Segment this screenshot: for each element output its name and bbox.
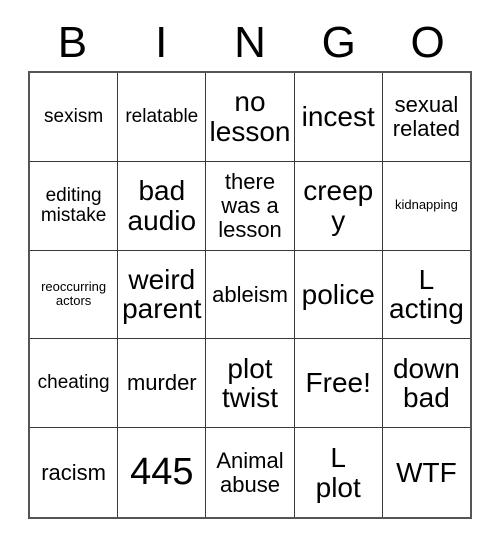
bingo-row: editing mistake bad audio there was a less… [30,161,471,251]
bingo-cell-label: down bad [392,352,460,414]
bingo-cell-label: racism [41,459,106,485]
bingo-grid: sexism relatable no lesson incest sexual rel… [28,71,472,519]
bingo-cell-label: sexism [44,105,104,127]
bingo-cell[interactable]: 445 [118,428,207,517]
bingo-cell[interactable]: police [294,250,383,340]
bingo-cell[interactable]: relatable [118,73,207,162]
bingo-cell-label: Free! [305,367,371,399]
bingo-row: reoccurring actors weird parent ableism pol… [30,250,471,340]
bingo-cell[interactable]: Animal abuse [206,428,295,517]
bingo-cell-label: ableism [212,281,288,307]
bingo-cell[interactable]: plot twist [206,339,295,429]
bingo-cell[interactable]: reoccurring actors [30,250,119,340]
bingo-cell-label: editing mistake [40,184,107,226]
bingo-cell[interactable]: editing mistake [30,161,119,251]
bingo-cell[interactable]: WTF [383,428,470,517]
bingo-row: cheating murder plot twist Free! down bad [30,339,471,429]
bingo-cell[interactable]: sexism [30,73,119,162]
bingo-cell[interactable]: sexual related [382,73,471,162]
bingo-cell[interactable]: cheating [30,339,119,429]
bingo-cell[interactable]: no lesson [206,73,295,162]
bingo-cell[interactable]: kidnapping [382,162,471,251]
bingo-cell-label: reoccurring actors [41,278,107,309]
bingo-cell-label: murder [126,370,197,396]
bingo-cell[interactable]: down bad [382,339,471,429]
bingo-cell[interactable]: there was a lesson [206,161,295,251]
bingo-header-letter-b: B [57,17,88,67]
bingo-cell-label: relatable [125,105,199,127]
bingo-cell-label: WTF [396,456,457,488]
bingo-cell-label: Animal abuse [216,447,284,497]
bingo-cell[interactable]: Free! [294,339,383,429]
bingo-cell-label: sexual related [392,92,461,141]
bingo-cell-label: cheating [37,372,110,394]
bingo-header-letter-n: N [234,17,266,67]
bingo-cell-label: incest [301,101,375,133]
bingo-card: B I N G O sexism relatable no lesson incest sexu… [28,14,472,519]
bingo-header-letter-g: G [321,17,356,67]
bingo-cell[interactable]: creepy [294,161,383,251]
bingo-cell-label: 445 [130,450,194,493]
bingo-cell[interactable]: ableism [206,250,295,340]
bingo-header-row: BINGO [28,14,472,71]
bingo-cell-label: L plot [315,441,361,503]
bingo-header-letter-i: I [155,17,168,67]
bingo-cell[interactable]: bad audio [118,161,207,251]
bingo-cell[interactable]: weird parent [118,250,207,340]
bingo-cell-label: L acting [389,263,464,325]
bingo-row: sexism relatable no lesson incest sexual rel… [30,73,471,162]
bingo-cell-label: there was a lesson [218,169,282,242]
bingo-cell[interactable]: L acting [382,251,471,340]
bingo-cell-label: police [301,278,375,310]
bingo-cell[interactable]: incest [294,73,383,162]
bingo-cell[interactable]: racism [30,428,119,517]
bingo-cell-label: plot twist [222,352,278,414]
bingo-cell-label: bad audio [127,175,197,236]
bingo-cell[interactable]: murder [118,339,207,429]
bingo-header-letter-o: O [410,17,445,67]
bingo-cell-label: weird parent [122,263,202,325]
bingo-cell-label: creepy [303,175,374,236]
bingo-cell[interactable]: L plot [295,428,383,517]
bingo-row: racism 445 Animal abuse L plot WTF [30,428,470,517]
bingo-cell-label: kidnapping [394,197,458,213]
bingo-cell-label: no lesson [209,86,291,147]
